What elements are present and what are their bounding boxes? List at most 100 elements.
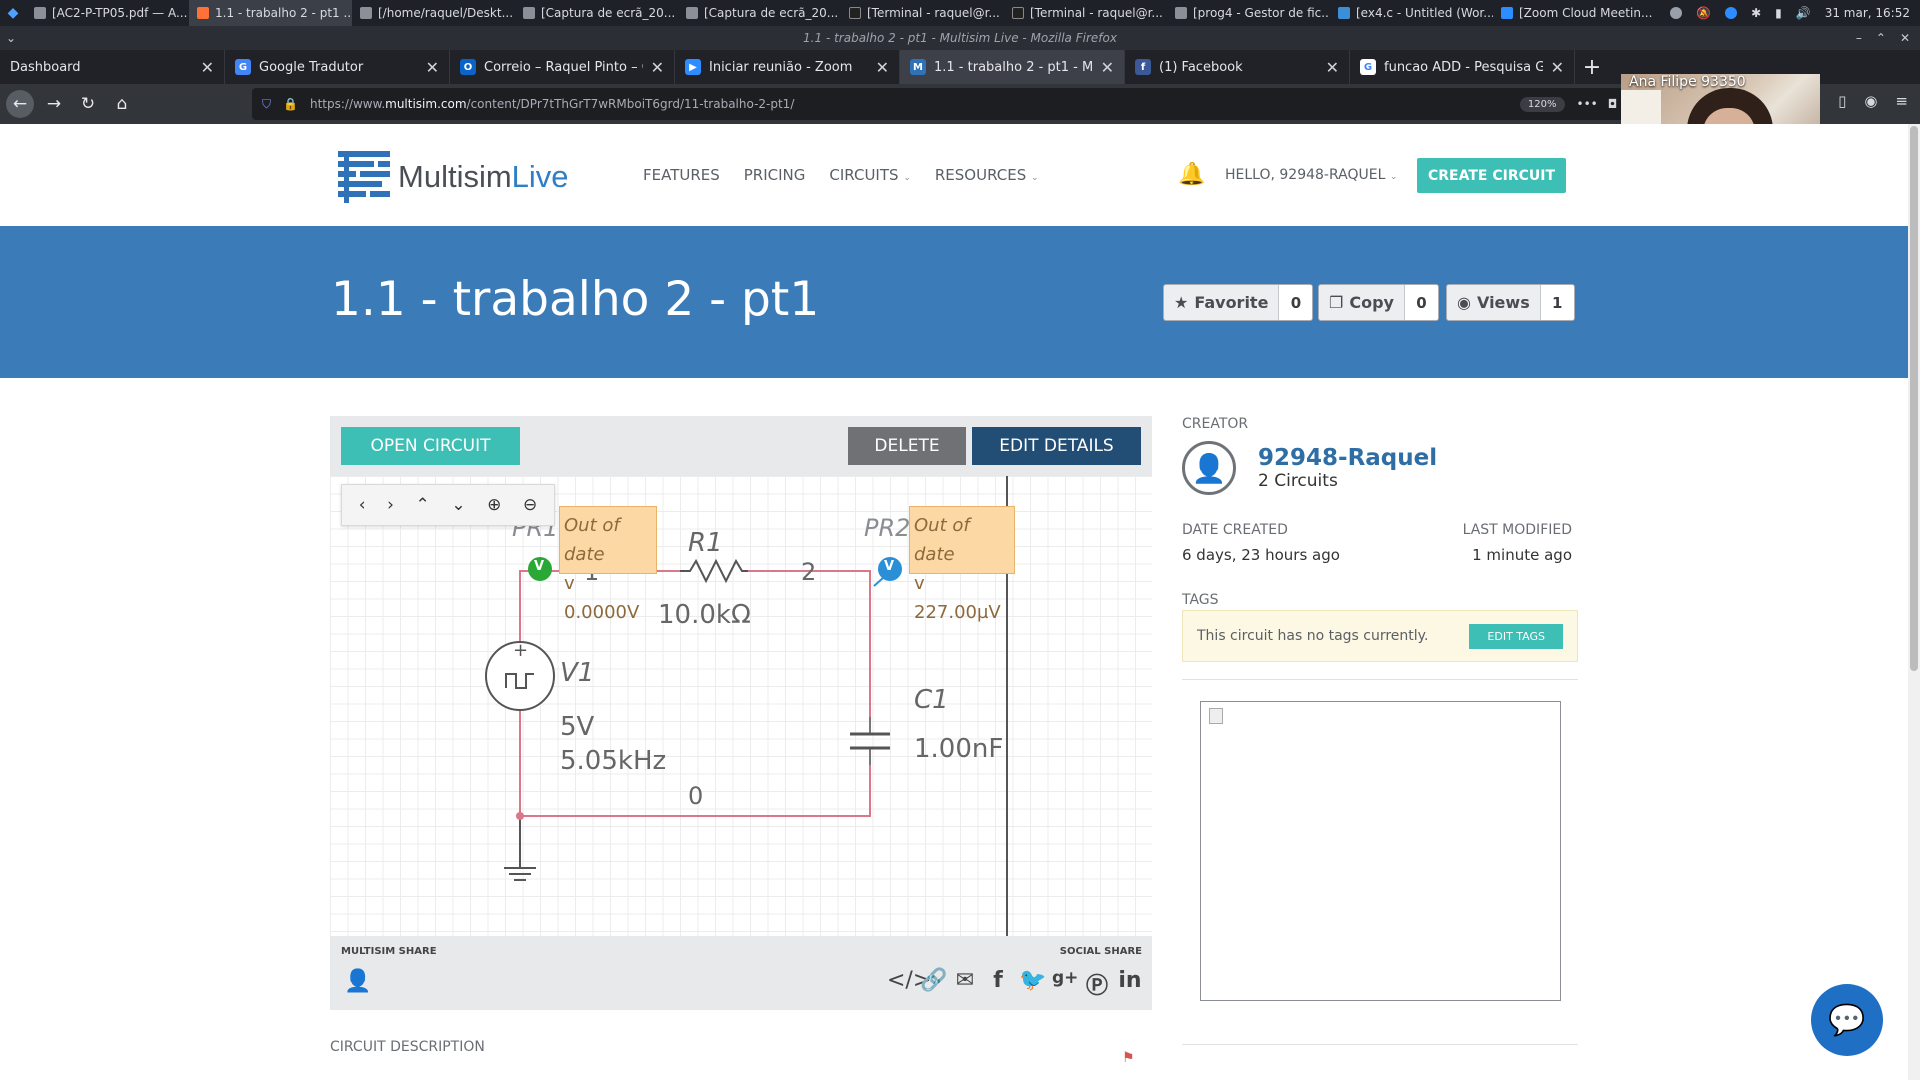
edit-tags-button[interactable]: EDIT TAGS bbox=[1469, 623, 1563, 649]
delete-button[interactable]: DELETE bbox=[848, 427, 966, 465]
embed-code-icon[interactable]: </> bbox=[887, 968, 931, 1000]
browser-tab[interactable]: f (1) Facebook ✕ bbox=[1125, 50, 1350, 84]
close-tab-icon[interactable]: ✕ bbox=[651, 58, 664, 77]
shield-icon[interactable]: ⛉ bbox=[262, 97, 271, 112]
taskbar-item-label: [prog4 - Gestor de fic... bbox=[1193, 6, 1330, 20]
google-plus-icon[interactable]: g+ bbox=[1052, 968, 1078, 1000]
taskbar-item-label: 1.1 - trabalho 2 - pt1 ... bbox=[215, 6, 352, 20]
bluetooth-icon[interactable]: ✱ bbox=[1751, 6, 1761, 20]
site-header: MultisimLive FEATURES PRICING CIRCUITS ⌄… bbox=[0, 124, 1908, 226]
email-icon[interactable]: ✉ bbox=[953, 968, 977, 1000]
taskbar-item[interactable]: [AC2-P-TP05.pdf — A... bbox=[26, 0, 189, 26]
page-scrollbar[interactable] bbox=[1908, 124, 1920, 1080]
notifications-muted-icon[interactable]: 🔕 bbox=[1696, 6, 1711, 20]
zoom-level[interactable]: 120% bbox=[1519, 96, 1565, 112]
back-button[interactable]: ← bbox=[6, 90, 34, 118]
views-counter: ◉ Views 1 bbox=[1446, 284, 1575, 321]
home-button[interactable]: ⌂ bbox=[108, 90, 136, 118]
taskbar-item-label: [ex4.c - Untitled (Wor... bbox=[1356, 6, 1493, 20]
favorite-counter[interactable]: ★ Favorite 0 bbox=[1163, 284, 1314, 321]
zoom-in-icon[interactable]: ⊕ bbox=[487, 495, 501, 515]
reload-button[interactable]: ↻ bbox=[74, 90, 102, 118]
nav-resources[interactable]: RESOURCES ⌄ bbox=[935, 166, 1039, 184]
zoom-tray-icon[interactable] bbox=[1725, 7, 1738, 19]
notification-bell-icon[interactable]: 🔔 bbox=[1178, 162, 1205, 187]
minimize-icon[interactable]: – bbox=[1856, 31, 1862, 45]
facebook-icon[interactable]: f bbox=[986, 968, 1010, 1000]
pan-left-icon[interactable]: ‹ bbox=[359, 495, 366, 515]
browser-tab[interactable]: G Google Tradutor ✕ bbox=[225, 50, 450, 84]
close-tab-icon[interactable]: ✕ bbox=[1326, 58, 1339, 77]
pan-up-icon[interactable]: ⌃ bbox=[416, 495, 430, 515]
favorite-button[interactable]: ★ Favorite bbox=[1164, 285, 1278, 320]
report-flag-icon[interactable]: ⚑ bbox=[1122, 1050, 1135, 1066]
url-text[interactable]: https://www.multisim.com/content/DPr7tTh… bbox=[310, 97, 794, 111]
browser-tab[interactable]: ▶ Iniciar reunião - Zoom ✕ bbox=[675, 50, 900, 84]
multisim-logo[interactable]: MultisimLive bbox=[338, 151, 569, 203]
twitter-icon[interactable]: 🐦 bbox=[1019, 968, 1046, 1000]
close-icon[interactable]: ✕ bbox=[1900, 31, 1910, 45]
nav-features[interactable]: FEATURES bbox=[643, 166, 720, 184]
nav-circuits[interactable]: CIRCUITS ⌄ bbox=[829, 166, 910, 184]
taskbar-item[interactable]: [Zoom Cloud Meetin... bbox=[1493, 0, 1656, 26]
sidebar-icon[interactable]: ▯ bbox=[1838, 92, 1846, 110]
tray-icon[interactable] bbox=[1670, 7, 1683, 19]
linkedin-icon[interactable]: in bbox=[1118, 968, 1142, 1000]
maximize-icon[interactable]: ⌃ bbox=[1876, 31, 1886, 45]
link-icon[interactable]: 🔗 bbox=[920, 968, 947, 1000]
schematic-canvas[interactable]: + V V PR1 PR2 R1 10.0kΩ V1 5V 5.05kHz C1… bbox=[330, 476, 1152, 936]
taskbar-item[interactable]: [Captura de ecrã_20... bbox=[678, 0, 841, 26]
resistor-r1-symbol[interactable] bbox=[680, 558, 748, 584]
volume-icon[interactable]: 🔊 bbox=[1796, 6, 1811, 20]
browser-tab[interactable]: Gfuncao ADD - Pesquisa Goog ✕ bbox=[1350, 50, 1575, 84]
open-circuit-button[interactable]: OPEN CIRCUIT bbox=[341, 427, 520, 465]
pan-right-icon[interactable]: › bbox=[387, 495, 394, 515]
close-tab-icon[interactable]: ✕ bbox=[1551, 58, 1564, 77]
edit-details-button[interactable]: EDIT DETAILS bbox=[972, 427, 1141, 465]
taskbar-item[interactable]: [Captura de ecrã_20... bbox=[515, 0, 678, 26]
taskbar-item[interactable]: [Terminal - raquel@r... bbox=[841, 0, 1004, 26]
logo-text: MultisimLive bbox=[398, 159, 569, 195]
circuit-panel: OPEN CIRCUIT DELETE EDIT DETAILS + V V P… bbox=[330, 416, 1152, 1010]
copy-counter[interactable]: ❐ Copy 0 bbox=[1318, 284, 1439, 321]
close-tab-icon[interactable]: ✕ bbox=[426, 58, 439, 77]
battery-icon[interactable]: ▮ bbox=[1775, 6, 1782, 20]
scrollbar-thumb[interactable] bbox=[1910, 126, 1918, 671]
new-tab-button[interactable]: + bbox=[1575, 50, 1609, 84]
close-tab-icon[interactable]: ✕ bbox=[201, 58, 214, 77]
taskbar-item[interactable]: [/home/raquel/Deskt... bbox=[352, 0, 515, 26]
taskbar-item-label: [Captura de ecrã_20... bbox=[541, 6, 676, 20]
pinterest-icon[interactable]: Ⓟ bbox=[1085, 968, 1109, 1000]
taskbar-item[interactable]: 1.1 - trabalho 2 - pt1 ... bbox=[189, 0, 352, 26]
browser-tab-active[interactable]: M 1.1 - trabalho 2 - pt1 - Multisi ✕ bbox=[900, 50, 1125, 84]
create-circuit-button[interactable]: CREATE CIRCUIT bbox=[1417, 158, 1566, 193]
close-tab-icon[interactable]: ✕ bbox=[876, 58, 889, 77]
pocket-icon[interactable]: ◘ bbox=[1608, 97, 1618, 111]
taskbar-item[interactable]: [prog4 - Gestor de fic... bbox=[1167, 0, 1330, 26]
nav-pricing[interactable]: PRICING bbox=[744, 166, 806, 184]
lock-icon[interactable]: 🔒 bbox=[283, 97, 298, 111]
browser-tab[interactable]: O Correio – Raquel Pinto – Outl ✕ bbox=[450, 50, 675, 84]
image-icon bbox=[686, 7, 698, 19]
url-bar[interactable]: ⛉ 🔒 https://www.multisim.com/content/DPr… bbox=[252, 88, 1648, 120]
forward-button[interactable]: → bbox=[40, 90, 68, 118]
chevron-down-icon[interactable]: ⌄ bbox=[6, 31, 16, 45]
pan-down-icon[interactable]: ⌄ bbox=[451, 495, 465, 515]
chat-launcher-button[interactable]: 💬 bbox=[1811, 984, 1883, 1056]
more-actions-icon[interactable]: ••• bbox=[1577, 97, 1598, 111]
taskbar-item[interactable]: [Terminal - raquel@r... bbox=[1004, 0, 1167, 26]
zoom-out-icon[interactable]: ⊖ bbox=[523, 495, 537, 515]
close-tab-icon[interactable]: ✕ bbox=[1101, 58, 1114, 77]
browser-tab[interactable]: Dashboard ✕ bbox=[0, 50, 225, 84]
clock[interactable]: 31 mar, 16:52 bbox=[1825, 6, 1910, 20]
taskbar-item[interactable]: [ex4.c - Untitled (Wor... bbox=[1330, 0, 1493, 26]
user-menu[interactable]: HELLO, 92948-RAQUEL ⌄ bbox=[1225, 167, 1397, 183]
copy-button[interactable]: ❐ Copy bbox=[1319, 285, 1404, 320]
person-share-icon[interactable]: 👤 bbox=[344, 969, 371, 994]
probe-pr1-badge: V bbox=[534, 559, 545, 574]
menu-icon[interactable]: ≡ bbox=[1895, 92, 1908, 110]
avatar[interactable]: 👤 bbox=[1182, 441, 1236, 495]
account-icon[interactable]: ◉ bbox=[1864, 92, 1877, 110]
creator-name-link[interactable]: 92948-Raquel bbox=[1258, 445, 1437, 471]
app-menu-icon[interactable]: ◆ bbox=[0, 0, 26, 26]
